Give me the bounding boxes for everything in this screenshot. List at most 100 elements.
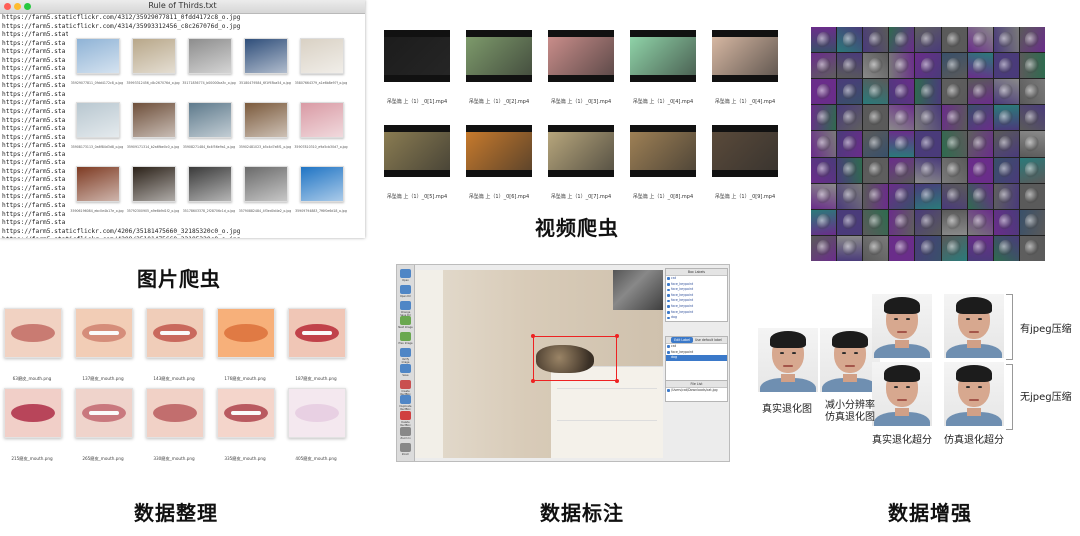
augmented-tile [889, 183, 915, 209]
file-thumbnail[interactable] [244, 38, 288, 74]
file-thumbnail[interactable] [76, 102, 120, 138]
file-thumbnail[interactable] [300, 38, 344, 74]
video-thumbnail[interactable] [548, 30, 614, 82]
augmented-tile [1019, 131, 1045, 157]
file-thumbnail[interactable] [300, 166, 344, 202]
video-thumbnail[interactable] [384, 125, 450, 177]
mouth-crop[interactable] [288, 388, 346, 438]
bbox-handle[interactable] [531, 334, 535, 338]
file-name: 35790882484_4f3ed0d4e2_o.jpg [238, 209, 292, 213]
file-thumbnail[interactable] [300, 102, 344, 138]
file-list-header: File List [666, 381, 727, 388]
file-name: 35929077811_0fdd4172c8_o.jpg [70, 81, 124, 85]
augmented-tile [993, 209, 1019, 235]
toolbar-tool-icon[interactable] [400, 332, 411, 342]
mouth-file-name: 405磨皮_mouth.png [295, 456, 337, 461]
box-label-item[interactable]: dog [666, 315, 727, 321]
file-name: 35792300905_a9e6b9d1f2_o.jpg [126, 209, 180, 213]
toolbar-tool-icon[interactable] [400, 427, 411, 436]
file-name: 35807664379_a1e6b8e97f_o.jpg [294, 81, 348, 85]
mouth-crop[interactable] [288, 308, 346, 358]
toolbar-tool-icon[interactable] [400, 442, 411, 452]
mouth-crop[interactable] [75, 388, 133, 438]
file-thumbnail[interactable] [188, 102, 232, 138]
video-thumbnail[interactable] [712, 125, 778, 177]
toolbar-tool-icon[interactable] [400, 395, 411, 405]
video-file-name: 吊坠篇 上（1）_0[6].mp4 [468, 194, 530, 200]
file-thumbnail[interactable] [76, 38, 120, 74]
file-list-item[interactable]: /Users/cat/Downloads/cat.jpg [666, 388, 727, 394]
augmented-tile [941, 235, 967, 261]
super-resolution-comparison: 真实退化图 减小分辨率 仿真退化图 真实退化超分 仿真退化超分 有jpeg压缩 … [750, 290, 1080, 460]
annotation-canvas[interactable] [415, 270, 663, 458]
mouth-crop[interactable] [146, 388, 204, 438]
canvas-image-door [415, 270, 443, 458]
mouth-file-name: 335磨皮_mouth.png [224, 456, 266, 461]
mouth-crop[interactable] [217, 388, 275, 438]
augmented-tile [811, 79, 837, 105]
file-name: 35909794883_7f6f0e6d18_o.jpg [295, 209, 347, 213]
augmented-tile [993, 157, 1019, 183]
bbox-handle[interactable] [615, 379, 619, 383]
toolbar-tool-icon[interactable] [400, 316, 411, 326]
downloaded-thumbnails: 35929077811_0fdd4172c8_o.jpg 35993312456_… [68, 30, 358, 220]
toolbar-tool-icon[interactable] [400, 300, 411, 310]
augmented-tile [915, 53, 941, 79]
mouth-crop[interactable] [217, 308, 275, 358]
toolbar-tool-icon[interactable] [400, 348, 411, 357]
canvas-image-painting [613, 270, 663, 310]
toolbar-tool-label: Zoom [401, 452, 410, 456]
label-entry-list: cat face_keypoint dog [666, 344, 727, 361]
toolbar-tool-icon[interactable] [400, 269, 411, 278]
file-thumbnail[interactable] [132, 38, 176, 74]
file-thumbnail[interactable] [188, 38, 232, 74]
bounding-box[interactable] [533, 336, 617, 381]
augmented-tile [1019, 157, 1045, 183]
file-thumbnail[interactable] [132, 166, 176, 202]
toolbar-tool-icon[interactable] [400, 284, 411, 294]
augmented-tile [993, 131, 1019, 157]
mouth-crop[interactable] [4, 308, 62, 358]
augmented-tile [837, 235, 863, 261]
video-file-name: 吊坠篇 上（1）_0[3].mp4 [550, 99, 612, 105]
augmented-tile [941, 209, 967, 235]
edit-label-button[interactable]: Edit Label [671, 337, 693, 343]
video-thumbnail[interactable] [466, 125, 532, 177]
video-thumbnail[interactable] [712, 30, 778, 82]
video-thumbnail[interactable] [384, 30, 450, 82]
bbox-handle[interactable] [531, 379, 535, 383]
augmented-tile [915, 131, 941, 157]
toolbar-tool-icon[interactable] [400, 363, 411, 373]
augmented-tile [915, 79, 941, 105]
file-thumbnail[interactable] [76, 166, 120, 202]
url-line: https://farm5.sta [2, 219, 66, 227]
mouth-crop[interactable] [75, 308, 133, 358]
toolbar-tool-label: Prev Image [398, 342, 413, 346]
augmented-tile [837, 183, 863, 209]
video-thumbnail[interactable] [548, 125, 614, 177]
caption-data-augmentation: 数据增强 [888, 501, 972, 525]
augmented-tile [863, 131, 889, 157]
file-thumbnail[interactable] [188, 166, 232, 202]
file-thumbnail[interactable] [244, 102, 288, 138]
toolbar-tool-icon[interactable] [400, 379, 411, 389]
video-file-name: 吊坠篇 上（1）_0[4].mp4 [632, 99, 694, 105]
teeth [160, 330, 190, 336]
label-entry[interactable]: dog [666, 355, 727, 361]
lips [10, 403, 56, 423]
video-thumbnail[interactable] [466, 30, 532, 82]
mouth-crop[interactable] [146, 308, 204, 358]
augmented-tile [889, 235, 915, 261]
bbox-handle[interactable] [615, 334, 619, 338]
video-thumbnail[interactable] [630, 125, 696, 177]
teeth [302, 330, 332, 336]
url-line: https://farm5.staticflickr.com/4206/3518… [2, 227, 241, 235]
file-thumbnail[interactable] [244, 166, 288, 202]
augmented-tile [863, 209, 889, 235]
file-thumbnail[interactable] [132, 102, 176, 138]
video-thumbnail[interactable] [630, 30, 696, 82]
toolbar-tool-label: Open Dir [399, 294, 412, 298]
use-default-label-checkbox[interactable]: Use default label [695, 337, 722, 343]
toolbar-tool-icon[interactable] [400, 411, 411, 421]
mouth-crop[interactable] [4, 388, 62, 438]
